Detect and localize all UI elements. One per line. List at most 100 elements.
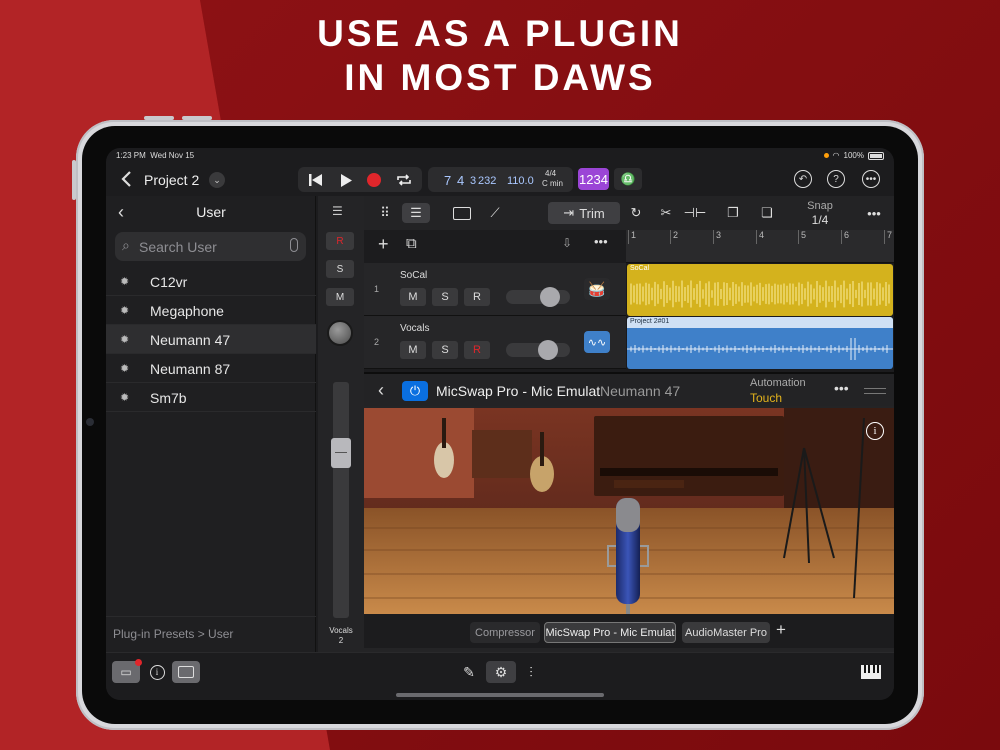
- snap-control[interactable]: Snap 1/4: [800, 199, 840, 227]
- track-header-toolbar: + ⧉ ⇩ •••: [364, 230, 626, 263]
- track-row[interactable]: 2 Vocals M S R ∿∿: [364, 316, 626, 369]
- record-arm-button[interactable]: R: [464, 288, 490, 306]
- status-right: ◠ 100%: [823, 151, 884, 160]
- tab-micswap[interactable]: MicSwap Pro - Mic Emulat: [544, 622, 676, 643]
- list-item[interactable]: ✹ C12vr: [106, 267, 316, 296]
- slider-handle[interactable]: [540, 287, 560, 307]
- tab-compressor[interactable]: Compressor: [470, 622, 540, 643]
- track-volume-slider[interactable]: [506, 287, 570, 307]
- power-icon[interactable]: ⏻: [402, 381, 428, 401]
- slider-handle[interactable]: [538, 340, 558, 360]
- strip-name: Vocals 2: [318, 626, 364, 646]
- undo-history-icon[interactable]: ↶: [794, 170, 812, 188]
- paste-icon[interactable]: ❏: [756, 203, 778, 223]
- automation-curve-icon[interactable]: ⟋: [480, 203, 510, 223]
- preset-gear-icon: ✹: [120, 363, 130, 375]
- add-track-icon[interactable]: +: [378, 234, 389, 255]
- solo-button[interactable]: S: [432, 341, 458, 359]
- record-button[interactable]: [364, 171, 384, 189]
- trim-button[interactable]: ⇥ Trim: [548, 202, 620, 224]
- plugin-preset-name[interactable]: Neumann 47: [600, 383, 680, 399]
- audio-region[interactable]: Project 2#01: [627, 317, 893, 369]
- piano-keyboard-icon[interactable]: [858, 661, 884, 683]
- solo-button[interactable]: S: [432, 288, 458, 306]
- more-options-icon[interactable]: •••: [862, 170, 880, 188]
- grid-view-icon[interactable]: ⠿: [372, 203, 398, 223]
- list-item[interactable]: ✹ Megaphone: [106, 296, 316, 325]
- plugin-back-chevron-icon[interactable]: ‹: [378, 380, 384, 401]
- automation-label: Automation: [750, 377, 806, 389]
- preset-label: Megaphone: [150, 303, 224, 319]
- home-indicator[interactable]: [396, 693, 604, 697]
- record-arm-button[interactable]: R: [464, 341, 490, 359]
- library-icon[interactable]: ▭: [112, 659, 142, 683]
- audio-region[interactable]: SoCal: [627, 264, 893, 316]
- copy-icon[interactable]: ❐: [722, 203, 744, 223]
- ruler-tick: 1: [628, 230, 636, 244]
- mute-button[interactable]: M: [326, 288, 354, 306]
- count-in-button[interactable]: 1234: [578, 168, 609, 190]
- metronome-icon[interactable]: ♎: [614, 168, 642, 190]
- status-time: 1:23 PM: [116, 151, 146, 160]
- track-volume-slider[interactable]: [506, 340, 570, 360]
- duplicate-track-icon[interactable]: ⧉: [406, 235, 417, 252]
- loop-tool-icon[interactable]: ↻: [626, 203, 646, 223]
- pencil-icon[interactable]: ✎: [458, 661, 480, 683]
- chevron-down-icon[interactable]: ⌄: [209, 172, 225, 188]
- mute-button[interactable]: M: [400, 341, 426, 359]
- plugins-icon[interactable]: ⚙: [486, 661, 516, 683]
- headline-line1: USE AS A PLUGIN: [317, 13, 683, 54]
- list-item[interactable]: ✹ Sm7b: [106, 383, 316, 412]
- tracks-view-icon[interactable]: ☰: [402, 203, 430, 223]
- transport-controls: [298, 167, 422, 192]
- tab-audiomaster[interactable]: AudioMaster Pro: [682, 622, 770, 643]
- lcd-key: C min: [542, 179, 563, 188]
- breadcrumb[interactable]: Plug-in Presets > User: [106, 616, 316, 652]
- drum-kit-icon[interactable]: 🥁: [584, 278, 610, 300]
- ruler-tick: 6: [841, 230, 849, 244]
- window-view-icon[interactable]: [448, 203, 476, 223]
- help-icon[interactable]: ?: [827, 170, 845, 188]
- microphone-icon[interactable]: [290, 238, 298, 252]
- volume-fader[interactable]: [333, 382, 349, 618]
- rewind-button[interactable]: [306, 171, 326, 189]
- battery-icon: [868, 151, 884, 160]
- drag-handle-icon[interactable]: [864, 388, 886, 394]
- headline: USE AS A PLUGIN IN MOST DAWS: [0, 12, 1000, 100]
- cycle-button[interactable]: [394, 171, 414, 189]
- track-row[interactable]: 1 SoCal M S R 🥁: [364, 263, 626, 316]
- list-item-selected[interactable]: ✹ Neumann 47: [106, 325, 316, 354]
- ruler-tick: 2: [670, 230, 678, 244]
- list-item[interactable]: ✹ Neumann 87: [106, 354, 316, 383]
- preset-gear-icon: ✹: [120, 392, 130, 404]
- info-icon[interactable]: i: [146, 661, 168, 683]
- info-icon[interactable]: i: [866, 422, 884, 440]
- channel-strip: ☰ R S M Vocals 2: [318, 196, 364, 652]
- eq-settings-icon[interactable]: ☰: [332, 204, 343, 218]
- browser-toggle-icon[interactable]: [172, 661, 200, 683]
- project-title[interactable]: Project 2: [144, 172, 199, 188]
- scissors-icon[interactable]: ✂: [656, 203, 676, 223]
- fader-handle[interactable]: [331, 438, 351, 468]
- automation-mode: Touch: [750, 391, 783, 405]
- join-tool-icon[interactable]: ⊣⊢: [684, 203, 707, 223]
- automation-control[interactable]: Automation Touch: [750, 376, 806, 406]
- add-plugin-icon[interactable]: +: [776, 620, 786, 640]
- play-button[interactable]: [336, 171, 356, 189]
- mixer-icon[interactable]: ⫶: [520, 661, 542, 683]
- waveform-icon[interactable]: ∿∿: [584, 331, 610, 353]
- lcd-subdivision: 3: [470, 175, 477, 187]
- plugin-more-icon[interactable]: •••: [834, 380, 849, 396]
- lcd-display[interactable]: 7 4 3 232 110.0 4/4 C min: [428, 167, 573, 192]
- pan-knob[interactable]: [327, 320, 353, 346]
- record-arm-button[interactable]: R: [326, 232, 354, 250]
- ruler-tick: 5: [798, 230, 806, 244]
- solo-button[interactable]: S: [326, 260, 354, 278]
- search-input[interactable]: ⌕ Search User: [115, 232, 306, 261]
- back-chevron-icon[interactable]: [114, 167, 138, 191]
- track-more-icon[interactable]: •••: [594, 234, 608, 249]
- ruler[interactable]: 1 2 3 4 5 6 7: [626, 230, 894, 263]
- import-icon[interactable]: ⇩: [562, 236, 572, 250]
- mute-button[interactable]: M: [400, 288, 426, 306]
- more-options-icon[interactable]: •••: [864, 203, 884, 223]
